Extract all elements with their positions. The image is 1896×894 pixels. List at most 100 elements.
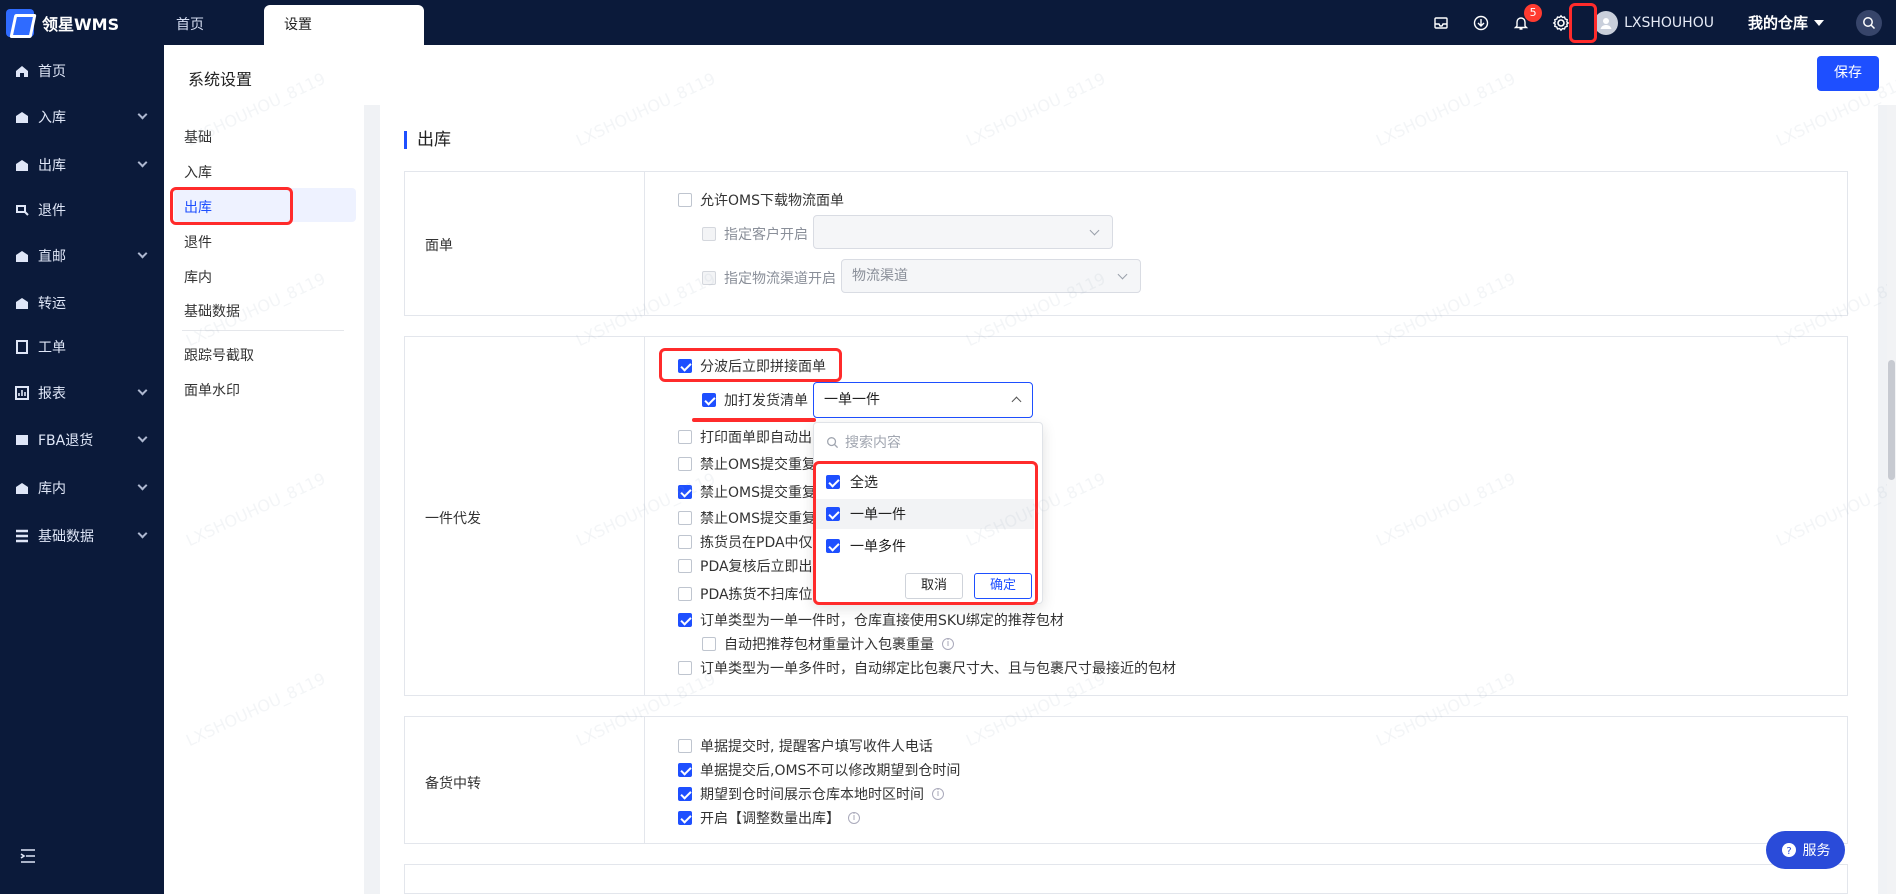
sidebar-item-return[interactable]: 退件 <box>0 190 164 230</box>
info-icon[interactable]: i <box>848 812 860 824</box>
return-icon <box>14 202 30 218</box>
tab-settings-label: 设置 <box>284 17 312 33</box>
allow-oms-download-label: 允许OMS下载物流面单 <box>700 193 844 209</box>
option-checkbox[interactable] <box>678 787 692 801</box>
order-type-select[interactable]: 一单一件 <box>813 382 1033 418</box>
channel-select[interactable]: 物流渠道 <box>841 259 1141 293</box>
box-separator <box>644 336 645 696</box>
search-icon[interactable] <box>1856 9 1882 36</box>
tab-settings[interactable]: 设置 <box>264 5 424 45</box>
option-checkbox[interactable] <box>678 811 692 825</box>
bell-icon[interactable]: 5 <box>1510 3 1543 34</box>
subnav-item-base-data[interactable]: 基础数据 <box>184 301 240 321</box>
order-type-value: 一单一件 <box>824 392 880 408</box>
sidebar-item-label: 转运 <box>38 296 66 312</box>
sidebar-item-label: 入库 <box>38 110 66 126</box>
sku-pack-checkbox[interactable] <box>678 613 692 627</box>
save-button[interactable]: 保存 <box>1817 56 1879 91</box>
packing-list-row[interactable]: 加打发货清单 <box>702 390 808 410</box>
auto-weight-row[interactable]: 自动把推荐包材重量计入包裹重量 i <box>702 634 954 654</box>
app-logo[interactable]: 领星WMS <box>6 8 119 37</box>
specify-customer-row[interactable]: 指定客户开启 <box>702 224 808 244</box>
sidebar-item-outbound[interactable]: 出库 <box>0 145 164 185</box>
yijian-box <box>404 336 1848 696</box>
question-icon: ? <box>1781 843 1796 857</box>
multi-pack-row[interactable]: 订单类型为一单多件时，自动绑定比包裹尺寸大、且与包裹尺寸最接近的包材 <box>678 658 1176 678</box>
app-name: 领星WMS <box>42 14 120 34</box>
option-row-1[interactable]: 打印面单即自动出 <box>678 427 812 447</box>
subnav-item-basic[interactable]: 基础 <box>184 127 212 147</box>
info-icon[interactable]: i <box>942 638 954 650</box>
option-row-7[interactable]: PDA拣货不扫库位 <box>678 584 813 604</box>
user-name: LXSHOUHOU <box>1624 14 1714 31</box>
specify-customer-checkbox[interactable] <box>702 227 716 241</box>
subnav-item-inventory[interactable]: 库内 <box>184 267 212 287</box>
sidebar-item-label: FBA退货 <box>38 433 94 449</box>
dropdown-search[interactable]: 搜索内容 <box>826 432 901 452</box>
svg-text:?: ? <box>1786 846 1791 857</box>
collapse-menu-icon[interactable] <box>20 848 36 868</box>
option-checkbox[interactable] <box>678 763 692 777</box>
option-row-6[interactable]: PDA复核后立即出 <box>678 556 813 576</box>
service-button[interactable]: ? 服务 <box>1766 831 1845 869</box>
multi-pack-checkbox[interactable] <box>678 661 692 675</box>
sidebar-item-home[interactable]: 首页 <box>0 51 164 91</box>
sidebar-item-ticket[interactable]: 工单 <box>0 327 164 367</box>
packing-list-underline <box>692 418 816 422</box>
warehouse-label: 我的仓库 <box>1747 14 1808 32</box>
beihuo-row-2[interactable]: 单据提交后,OMS不可以修改期望到仓时间 <box>678 760 960 780</box>
user-menu[interactable]: LXSHOUHOU <box>1594 10 1714 35</box>
option-checkbox[interactable] <box>678 457 692 471</box>
sidebar-item-fba-return[interactable]: FBA退货 <box>0 420 164 460</box>
inbox-icon[interactable] <box>1430 12 1452 34</box>
tab-home-label: 首页 <box>176 17 204 33</box>
sidebar-item-direct-mail[interactable]: 直邮 <box>0 236 164 276</box>
option-row-5[interactable]: 拣货员在PDA中仅 <box>678 532 813 552</box>
specify-channel-checkbox[interactable] <box>702 271 716 285</box>
auto-weight-checkbox[interactable] <box>702 637 716 651</box>
option-checkbox[interactable] <box>678 511 692 525</box>
option-row-3[interactable]: 禁止OMS提交重复 <box>678 482 816 502</box>
option-label: 禁止OMS提交重复 <box>700 457 816 473</box>
option-row-4[interactable]: 禁止OMS提交重复 <box>678 508 816 528</box>
beihuo-row-1[interactable]: 单据提交时, 提醒客户填写收件人电话 <box>678 736 933 756</box>
sidebar-item-inbound[interactable]: 入库 <box>0 97 164 137</box>
sidebar-item-transfer[interactable]: 转运 <box>0 283 164 323</box>
scrollbar-thumb[interactable] <box>1888 360 1895 480</box>
sidebar-item-inventory[interactable]: 库内 <box>0 468 164 508</box>
download-icon[interactable] <box>1470 12 1492 34</box>
beihuo-row-4[interactable]: 开启【调整数量出库】 i <box>678 808 860 828</box>
subnav-item-tracking-cut[interactable]: 跟踪号截取 <box>184 345 254 365</box>
option-label: 单据提交时, 提醒客户填写收件人电话 <box>700 739 933 755</box>
home-icon <box>14 63 30 79</box>
option-checkbox[interactable] <box>678 587 692 601</box>
option-checkbox[interactable] <box>678 559 692 573</box>
sidebar-item-base-data[interactable]: 基础数据 <box>0 516 164 556</box>
subnav-item-return[interactable]: 退件 <box>184 232 212 252</box>
warehouse-selector[interactable]: 我的仓库 <box>1748 12 1824 33</box>
scrollbar-track[interactable] <box>1887 105 1896 894</box>
sidebar-item-label: 报表 <box>38 386 66 402</box>
sku-pack-row[interactable]: 订单类型为一单一件时，仓库直接使用SKU绑定的推荐包材 <box>678 610 1064 630</box>
specify-customer-label: 指定客户开启 <box>724 227 808 243</box>
beihuo-row-3[interactable]: 期望到仓时间展示仓库本地时区时间 i <box>678 784 944 804</box>
chevron-down-icon <box>137 157 148 168</box>
specify-channel-row[interactable]: 指定物流渠道开启 <box>702 268 836 288</box>
option-row-2[interactable]: 禁止OMS提交重复 <box>678 454 816 474</box>
channel-select-placeholder: 物流渠道 <box>852 268 908 284</box>
packing-list-checkbox[interactable] <box>702 393 716 407</box>
subnav-item-inbound[interactable]: 入库 <box>184 162 212 182</box>
outbound-icon <box>14 157 30 173</box>
option-checkbox[interactable] <box>678 430 692 444</box>
info-icon[interactable]: i <box>932 788 944 800</box>
tab-home[interactable]: 首页 <box>156 5 224 45</box>
customer-select[interactable] <box>813 215 1113 249</box>
subnav-item-label-watermark[interactable]: 面单水印 <box>184 380 240 400</box>
allow-oms-download-checkbox[interactable] <box>678 193 692 207</box>
option-checkbox[interactable] <box>678 485 692 499</box>
chevron-down-icon <box>137 385 148 396</box>
option-checkbox[interactable] <box>678 535 692 549</box>
allow-oms-download-row[interactable]: 允许OMS下载物流面单 <box>678 190 844 210</box>
sidebar-item-report[interactable]: 报表 <box>0 373 164 413</box>
option-checkbox[interactable] <box>678 739 692 753</box>
